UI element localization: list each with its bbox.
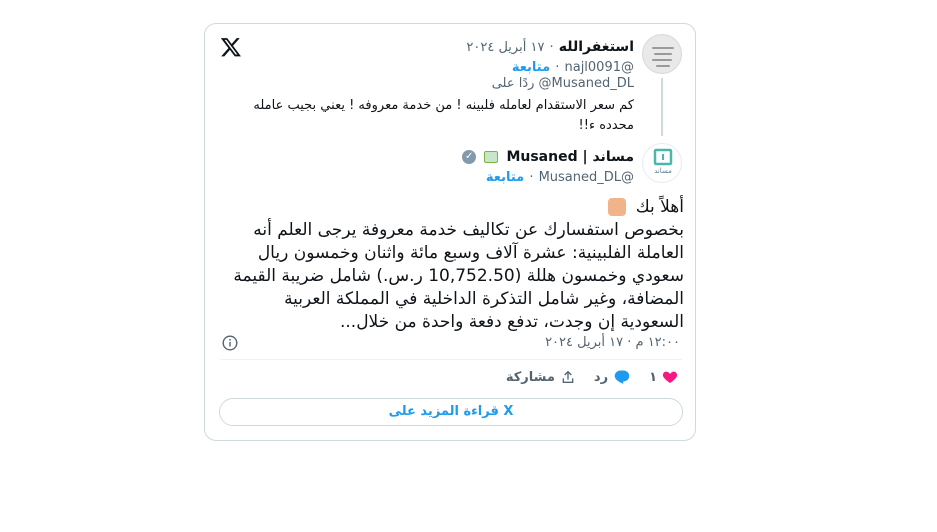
quoted-author-avatar[interactable]: [642, 34, 682, 74]
read-more-button[interactable]: قراءة المزيد على X: [219, 398, 683, 426]
separator-dot: ·: [549, 40, 554, 55]
share-upload-icon: [562, 370, 574, 383]
like-count: ١: [649, 369, 657, 385]
embedded-post-card: استغفرالله · ١٧ أبريل ٢٠٢٤ @najl0091 · م…: [204, 23, 696, 441]
reply-action[interactable]: رد: [594, 369, 631, 385]
reply-bubble-icon: [614, 370, 630, 384]
thread-connector: [661, 78, 663, 136]
affiliation-badge-icon: [484, 150, 499, 163]
x-logo-icon[interactable]: [220, 36, 242, 58]
main-handle-row: @Musaned_DL · متابعة: [485, 170, 634, 185]
main-timestamp[interactable]: ١٢:٠٠ م · ١٧ أبريل ٢٠٢٤: [545, 335, 680, 350]
action-bar: ١ رد مشاركة: [506, 369, 678, 385]
reply-label: رد: [593, 369, 609, 385]
reply-to-label[interactable]: ردًا على @Musaned_DL: [492, 76, 634, 91]
like-action[interactable]: ١: [649, 369, 678, 385]
greeting: أهلاً بك: [635, 197, 684, 217]
quoted-author-name[interactable]: استغفرالله: [559, 39, 634, 55]
info-icon[interactable]: [222, 335, 238, 351]
verified-badge-icon: ✓: [462, 149, 477, 164]
main-header: مساند | Musaned ✓: [462, 146, 634, 165]
divider: [220, 359, 682, 360]
waving-person-emoji-icon: [608, 198, 627, 216]
quoted-handle[interactable]: @najl0091: [564, 60, 634, 75]
heart-icon: [662, 371, 678, 383]
main-author-name[interactable]: مساند | Musaned: [506, 149, 634, 165]
quoted-handle-row: @najl0091 · متابعة: [511, 60, 634, 75]
main-body-text: بخصوص استفسارك عن تكاليف خدمة معروفة يرج…: [233, 220, 684, 332]
avatar-text: مساند: [654, 167, 672, 175]
quoted-date[interactable]: ١٧ أبريل ٢٠٢٤: [466, 40, 544, 55]
quoted-follow-link[interactable]: متابعة: [512, 60, 550, 75]
quoted-text: كم سعر الاستقدام لعامله فلبينه ! من خدمة…: [253, 98, 634, 133]
main-follow-link[interactable]: متابعة: [486, 170, 524, 185]
share-label: مشاركة: [505, 369, 555, 385]
share-action[interactable]: مشاركة: [506, 369, 576, 385]
quoted-header: استغفرالله · ١٧ أبريل ٢٠٢٤: [466, 36, 634, 55]
musaned-avatar[interactable]: مساند: [642, 143, 682, 183]
main-tweet-text: أهلاً بك بخصوص استفسارك عن تكاليف خدمة م…: [219, 196, 684, 334]
main-handle[interactable]: @Musaned_DL: [539, 170, 634, 185]
greeting-line: أهلاً بك: [219, 196, 684, 219]
